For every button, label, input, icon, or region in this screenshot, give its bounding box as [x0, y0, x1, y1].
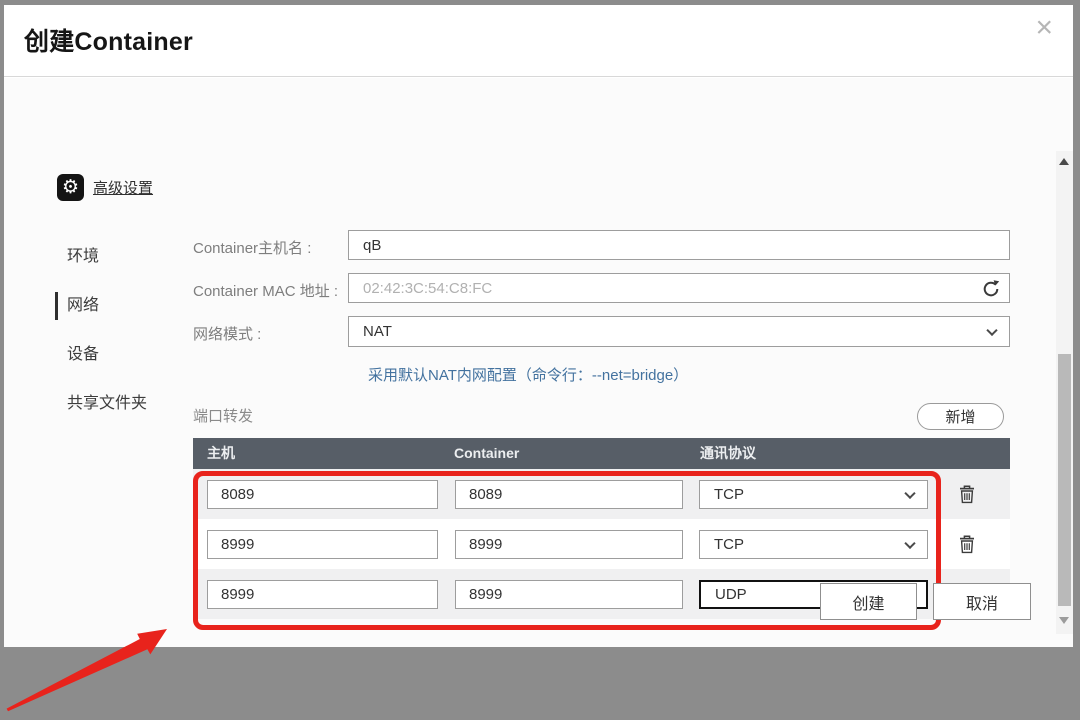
nat-note-text: 采用默认NAT内网配置（命令行：--net=bridge） [368, 364, 688, 385]
chevron-down-icon [986, 324, 997, 335]
mac-label: Container MAC 地址 : [193, 280, 338, 301]
dialog-content: ⚙ 高级设置 环境 网络 设备 共享文件夹 Container主机名 : Con… [4, 78, 1073, 647]
network-mode-select[interactable]: NAT [348, 316, 1010, 347]
sidebar-item-shared-folders[interactable]: 共享文件夹 [67, 393, 147, 415]
protocol-select[interactable]: TCP [699, 480, 928, 509]
chevron-down-icon [904, 487, 915, 498]
mac-input[interactable] [348, 273, 1010, 303]
column-header-protocol: 通讯协议 [700, 438, 756, 469]
sidebar-item-environment[interactable]: 环境 [67, 246, 99, 268]
host-port-input[interactable] [207, 580, 438, 609]
annotation-arrow [4, 620, 182, 720]
container-port-input[interactable] [455, 530, 683, 559]
network-mode-value: NAT [363, 323, 392, 340]
dialog-header: 创建Container × [4, 5, 1073, 77]
chevron-down-icon [904, 537, 915, 548]
protocol-select[interactable]: TCP [699, 530, 928, 559]
create-button[interactable]: 创建 [820, 583, 917, 620]
hostname-input[interactable] [348, 230, 1010, 260]
trash-icon[interactable] [958, 534, 976, 554]
scrollbar[interactable] [1056, 151, 1073, 634]
advanced-settings-label: 高级设置 [93, 177, 153, 198]
refresh-mac-icon[interactable] [980, 278, 1002, 300]
active-tab-indicator [55, 292, 58, 320]
sidebar-item-network[interactable]: 网络 [67, 295, 99, 317]
trash-icon[interactable] [958, 484, 976, 504]
network-mode-label: 网络模式 : [193, 323, 261, 344]
hostname-label: Container主机名 : [193, 237, 311, 258]
container-port-input[interactable] [455, 580, 683, 609]
cancel-button[interactable]: 取消 [933, 583, 1031, 620]
create-container-dialog: 创建Container × ⚙ 高级设置 环境 网络 设备 共享文件夹 Cont… [4, 5, 1073, 647]
protocol-value: TCP [714, 536, 744, 553]
scrollbar-thumb[interactable] [1058, 354, 1071, 606]
container-port-input[interactable] [455, 480, 683, 509]
table-header: 主机 Container 通讯协议 [193, 438, 1010, 469]
sidebar-item-device[interactable]: 设备 [67, 344, 99, 366]
scroll-down-icon[interactable] [1059, 617, 1069, 624]
column-header-container: Container [454, 438, 519, 469]
protocol-value: TCP [714, 486, 744, 503]
scroll-up-icon[interactable] [1059, 158, 1069, 165]
table-row: TCP [193, 469, 1010, 519]
host-port-input[interactable] [207, 530, 438, 559]
add-rule-button[interactable]: 新增 [917, 403, 1004, 430]
gear-icon: ⚙ [57, 174, 84, 201]
port-forwarding-label: 端口转发 [193, 405, 253, 426]
column-header-host: 主机 [207, 438, 235, 469]
host-port-input[interactable] [207, 480, 438, 509]
close-icon[interactable]: × [1035, 11, 1053, 45]
advanced-settings-link[interactable]: ⚙ 高级设置 [57, 174, 153, 201]
dialog-title: 创建Container [24, 22, 193, 58]
table-row: TCP [193, 519, 1010, 569]
protocol-value: UDP [715, 586, 747, 603]
